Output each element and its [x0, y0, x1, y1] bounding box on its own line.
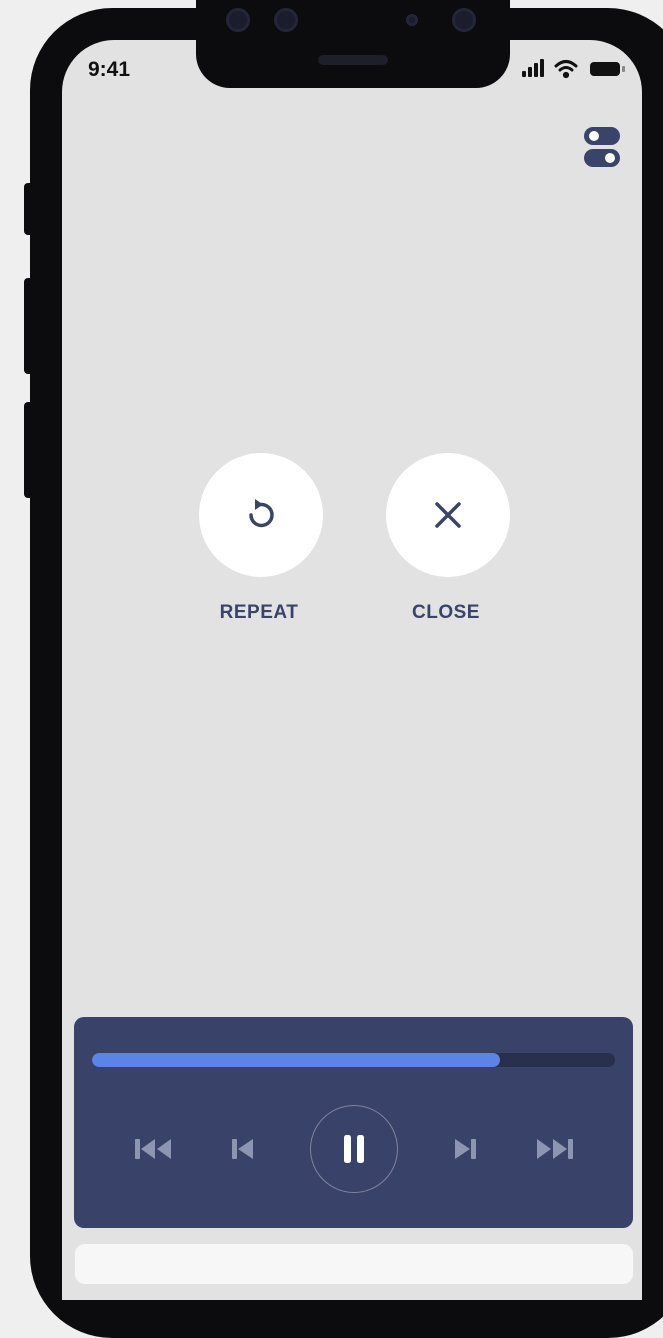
fast-forward-button[interactable] [530, 1131, 578, 1167]
status-icons [520, 58, 630, 80]
close-label: CLOSE [412, 602, 480, 623]
bottom-card [75, 1244, 633, 1284]
battery-icon [590, 62, 625, 76]
close-icon [435, 502, 461, 528]
progress-bar[interactable] [92, 1053, 615, 1067]
pause-button[interactable] [310, 1105, 398, 1193]
mute-switch [24, 183, 36, 235]
skip-previous-icon [232, 1139, 253, 1159]
sensor-lens [274, 8, 298, 32]
notch [196, 0, 510, 88]
media-player [74, 1017, 633, 1228]
repeat-icon [249, 499, 274, 528]
fast-rewind-icon [135, 1139, 171, 1159]
earpiece-speaker [318, 55, 388, 65]
skip-next-icon [455, 1139, 476, 1159]
toggle-switches-icon[interactable] [583, 126, 621, 168]
volume-up-button [24, 278, 36, 374]
close-button[interactable] [386, 453, 510, 577]
skip-next-button[interactable] [448, 1131, 484, 1167]
repeat-button[interactable] [199, 453, 323, 577]
proximity-sensor [406, 14, 418, 26]
status-time: 9:41 [88, 58, 131, 81]
front-camera [452, 8, 476, 32]
pause-icon [344, 1135, 364, 1163]
volume-down-button [24, 402, 36, 498]
wifi-icon [554, 60, 578, 79]
sensor-lens [226, 8, 250, 32]
fast-forward-icon [537, 1139, 573, 1159]
repeat-label: REPEAT [219, 602, 299, 623]
skip-previous-button[interactable] [224, 1131, 260, 1167]
fast-rewind-button[interactable] [130, 1131, 178, 1167]
signal-bars-icon [522, 59, 544, 77]
progress-fill [92, 1053, 500, 1067]
